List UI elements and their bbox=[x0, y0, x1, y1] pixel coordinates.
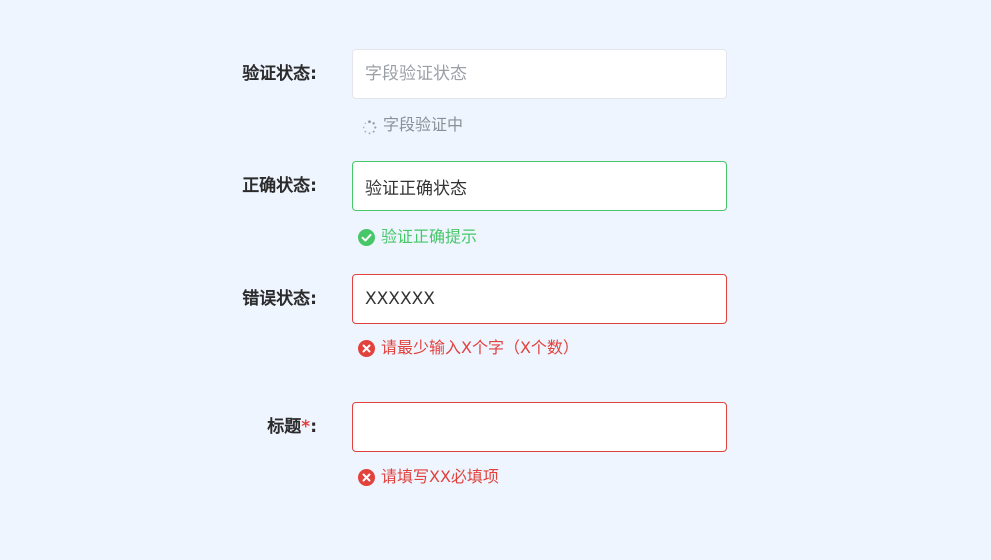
form-row-title: 标题*: bbox=[0, 402, 991, 452]
check-circle-icon bbox=[358, 228, 375, 246]
success-state-input[interactable] bbox=[352, 161, 727, 211]
validating-state-input[interactable] bbox=[352, 49, 727, 99]
form-row-error: 错误状态: bbox=[0, 274, 991, 324]
x-circle-icon bbox=[358, 468, 375, 486]
title-input[interactable] bbox=[352, 402, 727, 452]
success-hint: 验证正确提示 bbox=[358, 225, 477, 249]
error-hint: 请最少输入X个字（X个数） bbox=[358, 336, 579, 360]
form-row-validating: 验证状态: bbox=[0, 49, 991, 99]
title-label-suffix: : bbox=[310, 417, 317, 437]
required-asterisk: * bbox=[301, 417, 311, 437]
success-state-label: 正确状态: bbox=[242, 176, 317, 196]
validating-hint-text: 字段验证中 bbox=[383, 115, 464, 134]
title-label: 标题*: bbox=[267, 402, 317, 452]
success-hint-text: 验证正确提示 bbox=[381, 227, 478, 246]
error-state-label: 错误状态: bbox=[242, 289, 317, 309]
title-error-hint-text: 请填写XX必填项 bbox=[381, 467, 499, 486]
validating-state-label: 验证状态: bbox=[242, 64, 317, 84]
title-label-text: 标题 bbox=[267, 417, 302, 437]
title-error-hint: 请填写XX必填项 bbox=[358, 465, 499, 489]
validating-hint: 字段验证中 bbox=[362, 113, 463, 137]
error-hint-text: 请最少输入X个字（X个数） bbox=[381, 338, 579, 357]
form-row-success: 正确状态: bbox=[0, 161, 991, 211]
error-state-input[interactable] bbox=[352, 274, 727, 324]
x-circle-icon bbox=[358, 339, 375, 357]
loading-spinner-icon bbox=[362, 118, 377, 134]
